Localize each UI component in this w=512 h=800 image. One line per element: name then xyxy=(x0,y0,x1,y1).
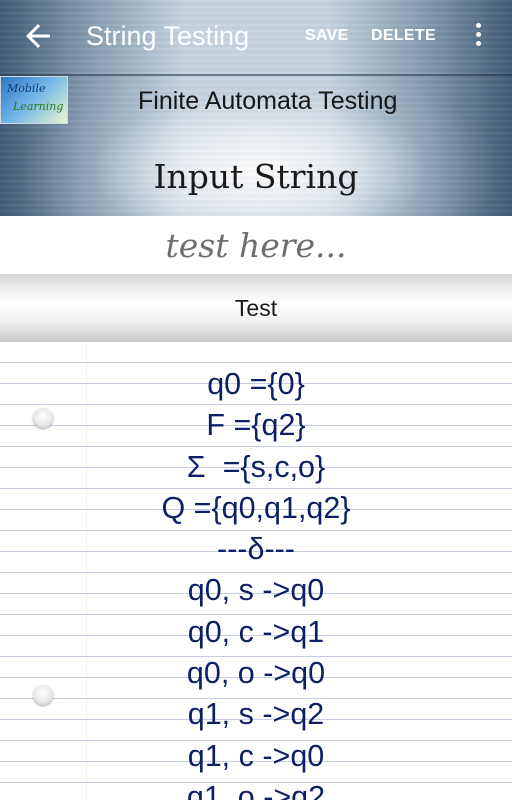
logo-text-line1: Mobile xyxy=(7,82,46,95)
header-banner: String Testing SAVE DELETE Mobile Learni… xyxy=(0,0,512,216)
automaton-line: q0, c ->q1 xyxy=(187,614,325,649)
logo-text-line2: Learning xyxy=(13,100,64,113)
app-bar-divider xyxy=(0,74,512,76)
automaton-line: q0, s ->q0 xyxy=(187,573,325,608)
automaton-line: q1, o ->q2 xyxy=(186,779,326,800)
app-subtitle: Finite Automata Testing xyxy=(138,87,398,115)
mobile-learning-logo: Mobile Learning xyxy=(0,76,68,124)
automaton-definition-panel[interactable]: q0 ={0} F ={q2} Σ ={s,c,o} Q ={q0,q1,q2}… xyxy=(0,342,512,800)
arrow-left-icon xyxy=(26,24,50,48)
automaton-line: F ={q2} xyxy=(206,408,306,443)
input-string-heading: Input String xyxy=(153,157,359,196)
save-button[interactable]: SAVE xyxy=(305,24,349,48)
delete-button[interactable]: DELETE xyxy=(371,24,436,48)
automaton-line: q1, c ->q0 xyxy=(187,738,325,773)
more-vert-icon[interactable] xyxy=(468,20,488,52)
app-bar: String Testing SAVE DELETE xyxy=(0,0,512,72)
app-title: String Testing xyxy=(86,21,250,51)
automaton-definition: q0 ={0} F ={q2} Σ ={s,c,o} Q ={q0,q1,q2}… xyxy=(0,364,512,800)
back-button[interactable] xyxy=(20,18,56,54)
automaton-line: Σ ={s,c,o} xyxy=(186,449,326,484)
test-button-label: Test xyxy=(234,295,278,321)
automaton-line: Q ={q0,q1,q2} xyxy=(161,490,351,525)
input-row xyxy=(0,216,512,274)
automaton-line: q0 ={0} xyxy=(207,367,305,401)
automaton-line: ---δ--- xyxy=(217,532,295,567)
automaton-line: q1, s ->q2 xyxy=(187,697,325,732)
automaton-line: q0, o ->q0 xyxy=(186,656,326,691)
test-button[interactable]: Test xyxy=(0,274,512,342)
test-string-input[interactable] xyxy=(0,216,512,274)
